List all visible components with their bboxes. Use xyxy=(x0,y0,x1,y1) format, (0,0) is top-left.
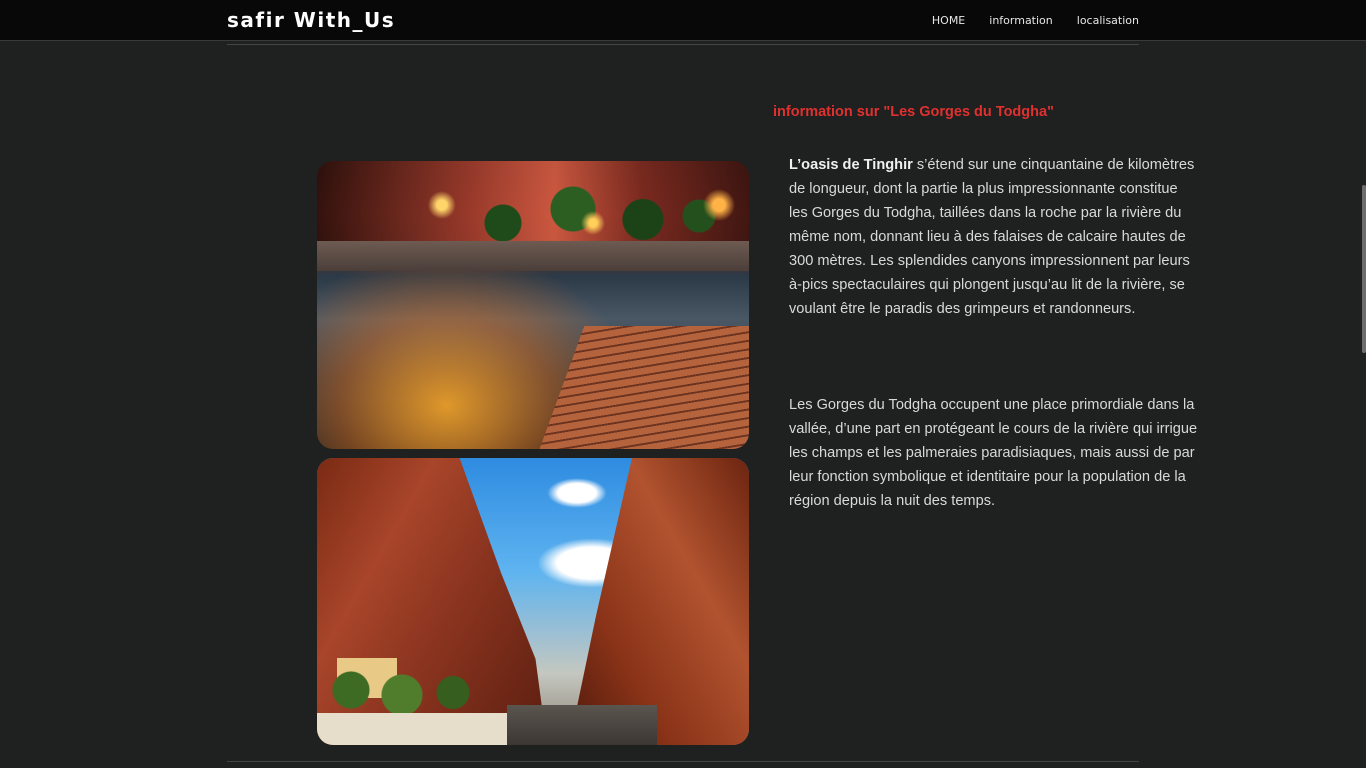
description-paragraph-1: L’oasis de Tinghir s’étend sur une cinqu… xyxy=(789,153,1199,321)
gorge-canyon-photo xyxy=(317,458,749,745)
nav-link-localisation[interactable]: localisation xyxy=(1077,14,1139,27)
top-navbar: safir With_Us HOME information localisat… xyxy=(0,0,1366,41)
paragraph-1-text: s’étend sur une cinquantaine de kilomètr… xyxy=(789,157,1195,317)
section-heading: information sur "Les Gorges du Todgha" xyxy=(773,104,1054,120)
page-scrollbar[interactable] xyxy=(1362,185,1366,353)
nav-menu: HOME information localisation xyxy=(932,0,1139,40)
stone-wall xyxy=(317,241,749,271)
gorge-road xyxy=(507,705,657,745)
description-paragraph-2: Les Gorges du Todgha occupent une place … xyxy=(789,397,1198,509)
nav-link-information[interactable]: information xyxy=(989,14,1053,27)
nav-link-home[interactable]: HOME xyxy=(932,14,965,27)
wooden-boardwalk xyxy=(529,326,749,449)
site-brand[interactable]: safir With_Us xyxy=(227,8,395,32)
cloud xyxy=(547,478,607,508)
village-lights xyxy=(377,181,737,241)
oasis-name: L’oasis de Tinghir xyxy=(789,157,913,173)
bushes xyxy=(317,665,487,715)
bottom-divider xyxy=(227,761,1139,762)
top-divider xyxy=(227,44,1139,45)
oasis-village-photo xyxy=(317,161,749,449)
